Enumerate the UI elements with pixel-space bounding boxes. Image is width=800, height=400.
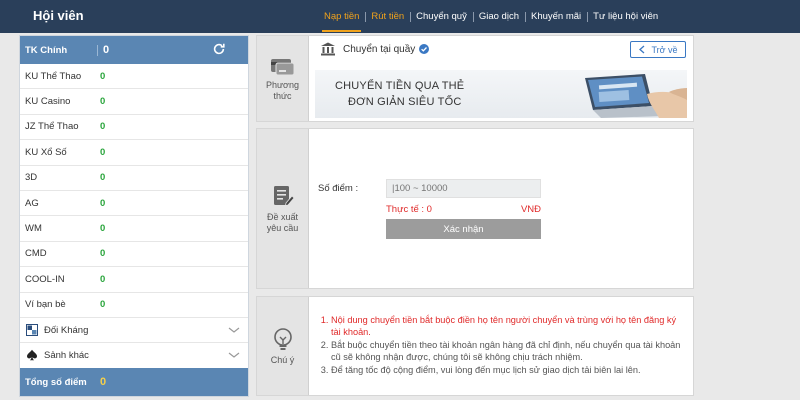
total-points-row: Tổng số điểm 0 (20, 368, 248, 396)
card-icon (270, 58, 294, 75)
wallet-row: JZ Thể Thao 0 (20, 115, 248, 141)
group-doi-khang[interactable]: Đối Kháng (20, 318, 248, 344)
notes-side-label: Chú ý (270, 354, 295, 365)
refresh-icon[interactable] (212, 42, 226, 56)
back-button-label: Trở về (651, 44, 678, 55)
method-title-row: Chuyển tại quầy (320, 42, 430, 56)
wallet-amount: 0 (100, 197, 106, 209)
notes-panel: Chú ý Nội dung chuyển tiền bắt buộc điền… (256, 296, 694, 396)
wallet-row: WM 0 (20, 216, 248, 242)
wallet-row: CMD 0 (20, 242, 248, 268)
nav-promotions[interactable]: Khuyến mãi (524, 11, 587, 22)
wallet-amount: 0 (100, 70, 106, 82)
request-panel: Đề xuất yêu cầu Số điểm : Thực tế : 0 VN… (256, 128, 694, 289)
wallet-amount: 0 (100, 146, 106, 158)
top-header: Hội viên Nạp tiền Rút tiền Chuyển quỹ Gi… (0, 0, 800, 33)
note-item: Để tăng tốc độ cộng điểm, vui lòng đến m… (331, 364, 685, 376)
wallet-row: COOL-IN 0 (20, 267, 248, 293)
group-sanh-khac[interactable]: Sảnh khác (20, 343, 248, 369)
wallet-sidebar: TK Chính 0 KU Thể Thao 0 KU Casino 0 JZ Th… (19, 35, 249, 397)
chevron-down-icon (228, 352, 240, 359)
wallet-amount: 0 (100, 248, 106, 260)
page-title: Hội viên (33, 8, 84, 23)
main-nav: Nạp tiền Rút tiền Chuyển quỹ Giao dịch K… (318, 0, 664, 33)
check-circle-icon (419, 44, 430, 54)
method-side-label-1: Phương (266, 79, 299, 90)
notes-list: Nội dung chuyển tiền bắt buộc điền họ tê… (317, 314, 685, 377)
wallet-row: 3D 0 (20, 166, 248, 191)
banner-line-1: CHUYỂN TIỀN QUA THẺ (335, 80, 465, 92)
currency-label: VNĐ (520, 204, 541, 215)
bank-icon (321, 42, 335, 56)
wallet-row: KU Casino 0 (20, 89, 248, 115)
wallet-name: AG (25, 197, 39, 209)
request-side-label-2: yêu cầu (266, 222, 299, 233)
points-input[interactable] (386, 179, 541, 198)
confirm-button[interactable]: Xác nhận (386, 219, 541, 239)
spade-icon (27, 350, 37, 361)
wallet-amount: 0 (100, 223, 106, 235)
wallet-amount: 0 (100, 121, 106, 133)
main-account-label: TK Chính (20, 44, 98, 56)
wallet-amount: 0 (100, 172, 106, 184)
wallet-name: KU Xổ Số (25, 146, 67, 158)
lightbulb-icon (273, 327, 292, 350)
chevron-left-icon (639, 45, 645, 54)
wallet-amount: 0 (100, 96, 106, 108)
wallet-row: Ví bạn bè 0 (20, 293, 248, 318)
wallet-amount: 0 (100, 299, 106, 311)
chevron-down-icon (228, 327, 240, 333)
wallet-name: 3D (25, 172, 38, 184)
wallet-name: COOL-IN (25, 273, 65, 285)
wallet-row: AG 0 (20, 191, 248, 217)
nav-member-info[interactable]: Tư liệu hội viên (587, 11, 664, 22)
form-icon (273, 185, 295, 206)
group-label: Sảnh khác (44, 349, 89, 361)
wallet-name: CMD (25, 248, 47, 260)
transfer-banner: CHUYỂN TIỀN QUA THẺ ĐƠN GIẢN SIÊU TỐC (315, 70, 687, 118)
grid-icon (26, 324, 38, 337)
method-side-label-2: thức (273, 90, 292, 101)
wallet-name: Ví bạn bè (25, 299, 66, 311)
request-side-box: Đề xuất yêu cầu (257, 129, 309, 288)
method-side-box: Phương thức (257, 36, 309, 121)
banner-line-2: ĐƠN GIẢN SIÊU TỐC (348, 96, 462, 108)
points-label: Số điểm : (318, 183, 359, 194)
request-side-label-1: Đề xuất (266, 211, 299, 222)
wallet-row: KU Thể Thao 0 (20, 64, 248, 90)
method-title: Chuyển tại quầy (343, 43, 416, 55)
note-item: Bắt buộc chuyển tiền theo tài khoản ngân… (331, 339, 685, 363)
notes-side-box: Chú ý (257, 297, 309, 395)
nav-transactions[interactable]: Giao dịch (472, 11, 525, 22)
wallet-name: JZ Thể Thao (25, 121, 79, 133)
wallet-row: KU Xổ Số 0 (20, 140, 248, 166)
group-label: Đối Kháng (44, 324, 89, 336)
wallet-amount: 0 (100, 273, 106, 285)
wallet-name: WM (25, 223, 42, 235)
total-points-value: 0 (100, 376, 107, 388)
nav-transfer[interactable]: Chuyển quỹ (410, 11, 473, 22)
wallet-name: KU Thể Thao (25, 70, 82, 82)
nav-deposit[interactable]: Nạp tiền (318, 11, 365, 32)
actual-amount-label: Thực tế : 0 (386, 204, 432, 215)
total-points-label: Tổng số điểm (25, 376, 87, 388)
laptop-illustration (585, 74, 687, 118)
main-account-value: 0 (103, 44, 110, 56)
note-item: Nội dung chuyển tiền bắt buộc điền họ tê… (331, 314, 685, 338)
back-button[interactable]: Trở về (630, 41, 686, 58)
method-panel: Phương thức Chuyển tại quầy Trở về CHUYỂ… (256, 35, 694, 122)
nav-withdraw[interactable]: Rút tiền (365, 11, 410, 22)
main-account-row: TK Chính 0 (20, 36, 248, 64)
wallet-name: KU Casino (25, 96, 71, 108)
